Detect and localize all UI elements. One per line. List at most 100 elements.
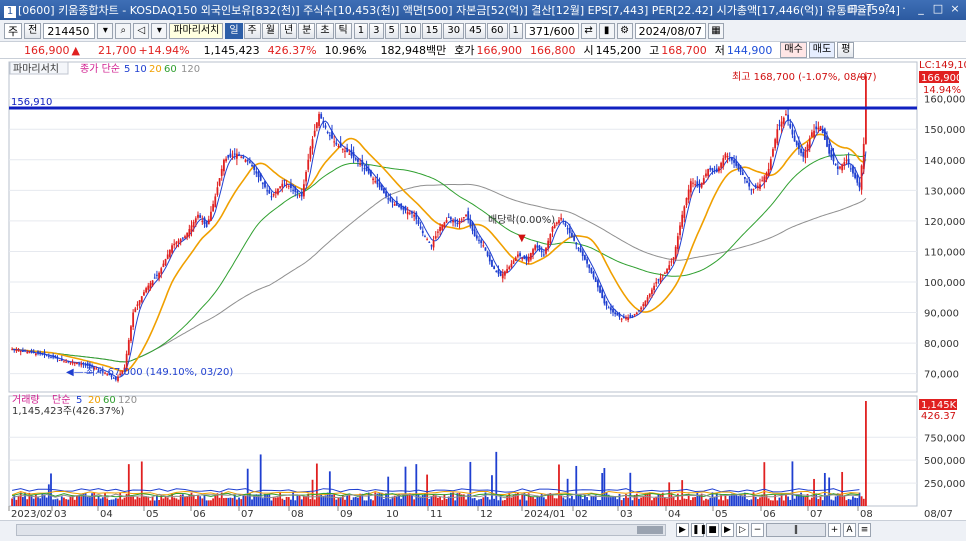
volume-bar — [622, 498, 625, 506]
low-label: 저 — [714, 44, 725, 57]
volume-bar — [560, 495, 563, 506]
minute-tab-1[interactable]: 3 — [369, 22, 384, 39]
volume-bar — [370, 499, 372, 506]
candle-body — [15, 349, 18, 351]
candle-body — [43, 352, 46, 355]
chart-svg[interactable]: 156,910 파마리서치 종가 단순 5 10 20 60 120 최고 16… — [0, 59, 966, 520]
volume-bar — [674, 500, 677, 506]
dropdown-arrow-icon[interactable]: ▾ — [97, 22, 114, 39]
volume-bar — [39, 498, 42, 506]
volume-legend-ma-20: 20 — [88, 395, 101, 406]
volume-bar — [11, 498, 13, 506]
play-button-icon[interactable]: ▶ — [676, 523, 689, 537]
settings-icon[interactable]: ⚙ — [616, 22, 633, 39]
calendar-icon[interactable]: ▦ — [708, 22, 725, 39]
minute-tab-5[interactable]: 30 — [443, 22, 465, 39]
scrollbar-thumb[interactable] — [637, 526, 663, 534]
volume-pct-tag: 426.37 — [921, 411, 956, 422]
legend-ma-5: 5 — [124, 64, 130, 75]
pause-button-icon[interactable]: ❚❚ — [691, 523, 707, 537]
candle-body — [24, 350, 26, 352]
pin-icon[interactable]: · — [897, 2, 911, 16]
candle-body — [575, 242, 578, 245]
period-tab-6[interactable]: 틱 — [334, 22, 352, 39]
market-select[interactable]: 주 — [4, 22, 23, 39]
candle-body — [573, 235, 576, 241]
count-input[interactable]: 371/600 — [524, 22, 579, 39]
next-button-icon[interactable]: ▶ — [721, 523, 734, 537]
company-name-button[interactable]: 파마리서치 — [169, 22, 224, 39]
config-icon[interactable]: ≡ — [858, 523, 871, 537]
volume-bar — [793, 498, 796, 506]
help-icon[interactable]: ? — [880, 2, 894, 16]
eval-button[interactable]: 평 — [837, 42, 855, 58]
period-tab-4[interactable]: 분 — [298, 22, 316, 39]
candle-body — [168, 249, 171, 257]
volume-bar — [488, 499, 491, 506]
period-tab-3[interactable]: 년 — [279, 22, 298, 39]
stop-button-icon[interactable]: ■ — [706, 523, 719, 537]
minute-tab-3[interactable]: 10 — [399, 22, 421, 39]
chart-type-icon[interactable]: ⇄ — [580, 22, 597, 39]
stock-code-input[interactable]: 214450 — [43, 22, 96, 39]
price-y-tick-label: 100,000 — [924, 278, 965, 289]
minute-tab-8[interactable]: 1 — [508, 22, 523, 39]
minute-tab-7[interactable]: 60 — [486, 22, 508, 39]
turnover-pct: 10.96% — [324, 43, 367, 57]
volume-bar — [140, 461, 143, 506]
step-arrow-icon[interactable]: ▾ — [151, 22, 168, 39]
x-tick-label: 05 — [146, 509, 159, 520]
candle-body — [184, 236, 186, 239]
volume-bar — [612, 495, 614, 506]
horizontal-scrollbar[interactable] — [16, 524, 666, 536]
candle-body — [138, 300, 141, 305]
maximize-icon[interactable]: □ — [931, 2, 945, 16]
period-tab-1[interactable]: 주 — [243, 22, 261, 39]
price-y-tick-label: 140,000 — [924, 156, 965, 167]
candle-body — [449, 217, 452, 220]
candle-body — [406, 211, 409, 215]
text-icon[interactable]: T — [863, 2, 877, 16]
speaker-icon[interactable]: ◁ — [133, 22, 150, 39]
sell-button[interactable]: 매도 — [808, 42, 836, 58]
x-tick-label: 2024/01 — [524, 509, 566, 520]
volume-bar — [415, 464, 418, 506]
period-tab-5[interactable]: 초 — [316, 22, 334, 39]
candle-body — [331, 131, 333, 139]
zoom-handle-icon[interactable]: ‖ — [766, 523, 826, 537]
period-tab-0[interactable]: 일 — [225, 22, 243, 39]
volume-bar — [30, 495, 33, 506]
chart-area[interactable]: 156,910 파마리서치 종가 단순 5 10 20 60 120 최고 16… — [0, 59, 966, 520]
date-input[interactable]: 2024/08/07 — [634, 22, 707, 39]
candle-body — [400, 203, 403, 209]
volume-bar — [845, 500, 848, 506]
close-icon[interactable]: × — [948, 2, 962, 16]
volume-bar — [160, 495, 163, 506]
candle-body — [687, 189, 690, 200]
volume-bar — [473, 498, 476, 506]
minute-tab-4[interactable]: 15 — [421, 22, 443, 39]
price-change: 21,700 — [97, 43, 137, 57]
minute-tab-6[interactable]: 45 — [465, 22, 486, 39]
search-icon[interactable]: ⌕ — [115, 22, 132, 39]
period-tab-2[interactable]: 월 — [261, 22, 279, 39]
restore-icon[interactable]: ⊡ — [846, 2, 860, 16]
minute-tab-0[interactable]: 1 — [353, 22, 369, 39]
candle-body — [348, 153, 351, 155]
volume-bar — [826, 495, 828, 506]
candle-body — [311, 139, 314, 149]
minute-tab-2[interactable]: 5 — [384, 22, 399, 39]
candle-body — [549, 233, 552, 244]
candle-body — [361, 160, 364, 166]
volume-bar — [856, 498, 859, 506]
zoom-in-icon[interactable]: + — [828, 523, 841, 537]
bar-chart-icon[interactable]: ▮ — [598, 22, 615, 39]
scroll-right-icon[interactable]: ▷ — [736, 523, 749, 537]
fit-icon[interactable]: A — [843, 523, 856, 537]
prev-button[interactable]: 전 — [24, 22, 42, 39]
minimize-icon[interactable]: _ — [914, 2, 928, 16]
buy-button[interactable]: 매수 — [780, 42, 807, 58]
volume-bar — [419, 496, 422, 506]
candle-body — [281, 183, 284, 188]
zoom-out-icon[interactable]: − — [751, 523, 764, 537]
